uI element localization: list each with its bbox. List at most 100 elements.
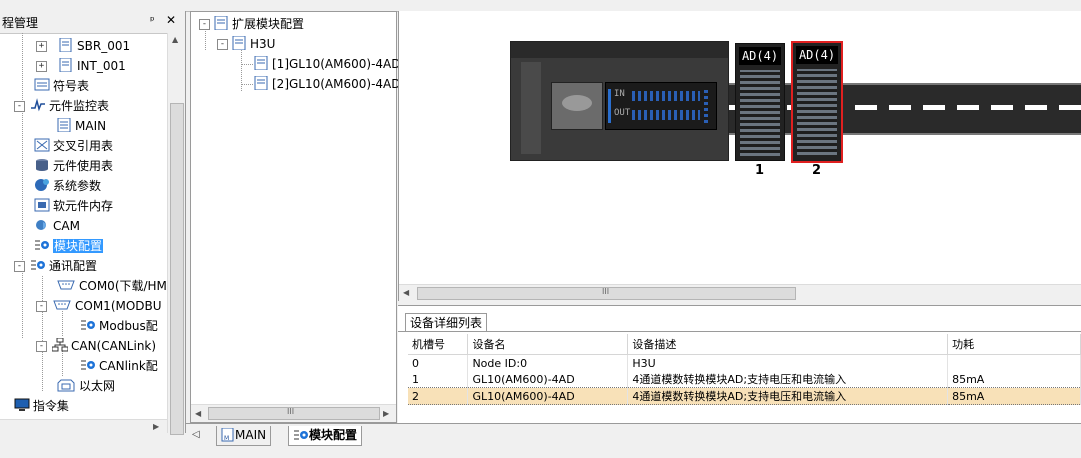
output-leds <box>632 110 700 120</box>
cell-power <box>947 354 1081 371</box>
tab-device-detail[interactable]: 设备详细列表 <box>405 313 487 332</box>
scroll-left-icon[interactable]: ◀ <box>195 409 201 418</box>
project-manager-panel: 程管理 ᵖ ✕ + SBR_001 + INT_001 符号表 - 元件监控表 … <box>0 11 186 435</box>
selected-label: 模块配置 <box>53 239 104 253</box>
tree-item-modbus-config[interactable]: Modbus配 <box>80 317 158 335</box>
tab-label: 模块配置 <box>309 428 358 442</box>
collapse-icon[interactable]: - <box>36 341 47 352</box>
serial-port-icon <box>57 280 75 290</box>
cell-slot: 2 <box>408 387 469 405</box>
serial-port-icon <box>53 300 71 310</box>
tree-item-instruction-set[interactable]: 指令集 <box>0 397 69 415</box>
scroll-up-icon[interactable]: ▲ <box>172 35 178 44</box>
indicator-bar <box>608 89 611 123</box>
device-detail-panel: 设备详细列表 机槽号 设备名 设备描述 功耗 0 Node ID:0 H3U 1… <box>398 305 1081 424</box>
tree-line <box>22 33 23 338</box>
tree-item-sbr[interactable]: + SBR_001 <box>36 37 130 55</box>
close-icon[interactable]: ✕ <box>166 13 176 27</box>
tree-item-comm-config[interactable]: - 通讯配置 <box>14 257 97 275</box>
network-icon <box>52 338 68 352</box>
tree-item-h3u[interactable]: - H3U <box>217 35 275 53</box>
table-header-row: 机槽号 设备名 设备描述 功耗 <box>408 334 1081 355</box>
expand-icon[interactable]: + <box>36 61 47 72</box>
collapse-icon[interactable]: - <box>217 39 228 50</box>
tree-item-ethernet[interactable]: 以太网 <box>56 377 115 395</box>
pin-icon[interactable]: ᵖ <box>150 14 155 27</box>
tree-item-can[interactable]: - CAN(CANLink) <box>36 337 156 355</box>
collapse-icon[interactable]: - <box>14 261 25 272</box>
tree-item-monitor[interactable]: - 元件监控表 <box>14 97 109 115</box>
tree-item-ext-config[interactable]: - 扩展模块配置 <box>199 15 304 33</box>
tree-item-crossref[interactable]: 交叉引用表 <box>34 137 113 155</box>
slot-number-2: 2 <box>812 163 822 178</box>
vertical-scrollbar[interactable]: ▲ <box>167 33 185 435</box>
tree-item-com0[interactable]: COM0(下载/HM <box>56 277 167 295</box>
column-header[interactable]: 功耗 <box>947 334 1081 355</box>
tree-item-memory[interactable]: 软元件内存 <box>34 197 113 215</box>
rack-view: IN OUT AD(4) 1 AD(4) 2 ◀ III <box>398 11 1081 301</box>
input-leds <box>632 91 700 101</box>
svg-text:M: M <box>224 435 229 442</box>
tree-line <box>241 64 253 65</box>
device-table: 机槽号 设备名 设备描述 功耗 0 Node ID:0 H3U 1 GL10(A… <box>408 334 1081 405</box>
tab-main[interactable]: M MAIN <box>216 426 272 446</box>
config-gear-icon <box>31 260 45 270</box>
horizontal-scrollbar[interactable]: ▶ <box>0 419 167 434</box>
scroll-thumb[interactable]: III <box>417 287 796 300</box>
scroll-left-icon[interactable]: ◀ <box>403 288 409 297</box>
column-header[interactable]: 设备描述 <box>627 334 949 355</box>
cell-slot: 1 <box>408 371 469 388</box>
tree-item-module-2[interactable]: [2]GL10(AM600)-4AD <box>253 75 401 93</box>
horizontal-scrollbar[interactable]: ◀ III ▶ <box>191 404 396 422</box>
module-label: AD(4) <box>739 47 781 65</box>
document-icon <box>57 118 71 132</box>
tree-item-cam[interactable]: CAM <box>34 217 80 235</box>
config-gear-icon <box>294 430 308 440</box>
tree-item-symbol-table[interactable]: 符号表 <box>34 77 89 95</box>
scroll-thumb[interactable]: III <box>208 407 380 420</box>
scroll-right-icon[interactable]: ▶ <box>153 422 159 431</box>
cell-device-name: GL10(AM600)-4AD <box>467 387 629 405</box>
scroll-grip: III <box>602 287 610 296</box>
tree-item-sysparam[interactable]: 系统参数 <box>34 177 101 195</box>
tree-item-com1[interactable]: - COM1(MODBU <box>36 297 162 315</box>
tree-item-main[interactable]: MAIN <box>56 117 106 135</box>
plc-body[interactable]: IN OUT <box>510 41 729 161</box>
cell-power: 85mA <box>947 387 1081 405</box>
document-icon <box>232 36 246 50</box>
module-tree-panel: - 扩展模块配置 - H3U [1]GL10(AM600)-4AD [2]GL1… <box>190 11 401 423</box>
tree-line <box>42 276 43 391</box>
scroll-right-icon[interactable]: ▶ <box>383 409 389 418</box>
expand-icon[interactable]: + <box>36 41 47 52</box>
tree-item-int[interactable]: + INT_001 <box>36 57 126 75</box>
cell-slot: 0 <box>408 354 469 371</box>
table-row-selected[interactable]: 2 GL10(AM600)-4AD 4通道模数转换模块AD;支持电压和电流输入 … <box>408 387 1081 405</box>
tree-item-usage[interactable]: 元件使用表 <box>34 157 113 175</box>
tree-item-module-config[interactable]: 模块配置 <box>34 237 104 255</box>
horizontal-scrollbar[interactable]: ◀ III <box>399 284 1081 301</box>
tab-scroll-left-icon[interactable]: ◁ <box>192 429 200 440</box>
table-row[interactable]: 0 Node ID:0 H3U <box>408 354 1081 371</box>
logo-mark <box>562 95 592 111</box>
config-gear-icon <box>81 360 95 370</box>
column-header[interactable]: 设备名 <box>467 334 629 355</box>
terminal-block <box>740 70 780 156</box>
tree-item-module-1[interactable]: [1]GL10(AM600)-4AD <box>253 55 401 73</box>
collapse-icon[interactable]: - <box>199 19 210 30</box>
module-label: AD(4) <box>796 46 838 64</box>
main-program-icon: M <box>221 427 234 442</box>
scroll-thumb[interactable] <box>170 103 184 435</box>
tab-module-config[interactable]: 模块配置 <box>288 426 363 446</box>
tab-label: MAIN <box>235 428 267 442</box>
collapse-icon[interactable]: - <box>36 301 47 312</box>
collapse-icon[interactable]: - <box>14 101 25 112</box>
out-label: OUT <box>614 108 631 118</box>
scroll-grip: III <box>287 407 295 416</box>
cell-device-name: GL10(AM600)-4AD <box>467 371 629 388</box>
tree-item-canlink-config[interactable]: CANlink配 <box>80 357 158 375</box>
table-row[interactable]: 1 GL10(AM600)-4AD 4通道模数转换模块AD;支持电压和电流输入 … <box>408 371 1081 388</box>
ad-module-2[interactable]: AD(4) <box>791 41 843 163</box>
ad-module-1[interactable]: AD(4) <box>735 43 785 161</box>
status-leds <box>704 89 708 123</box>
column-header[interactable]: 机槽号 <box>408 334 469 355</box>
